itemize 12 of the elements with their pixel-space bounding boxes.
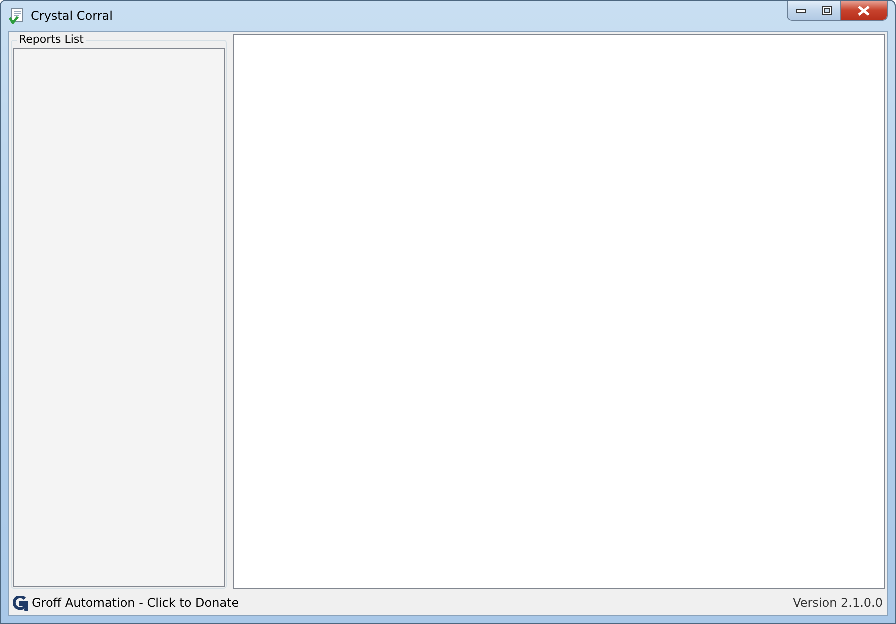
- document-icon: [9, 8, 25, 24]
- window-title: Crystal Corral: [31, 9, 114, 23]
- maximize-icon: [822, 6, 832, 15]
- minimize-button[interactable]: [788, 1, 814, 20]
- minimize-icon: [796, 8, 806, 12]
- group-title: Reports List: [17, 33, 86, 46]
- close-icon: [858, 6, 870, 16]
- maximize-button[interactable]: [814, 1, 840, 20]
- close-button[interactable]: [840, 1, 887, 20]
- logo-icon: [13, 596, 28, 610]
- version-label: Version 2.1.0.0: [793, 596, 883, 610]
- donate-link[interactable]: Groff Automation - Click to Donate: [32, 596, 240, 610]
